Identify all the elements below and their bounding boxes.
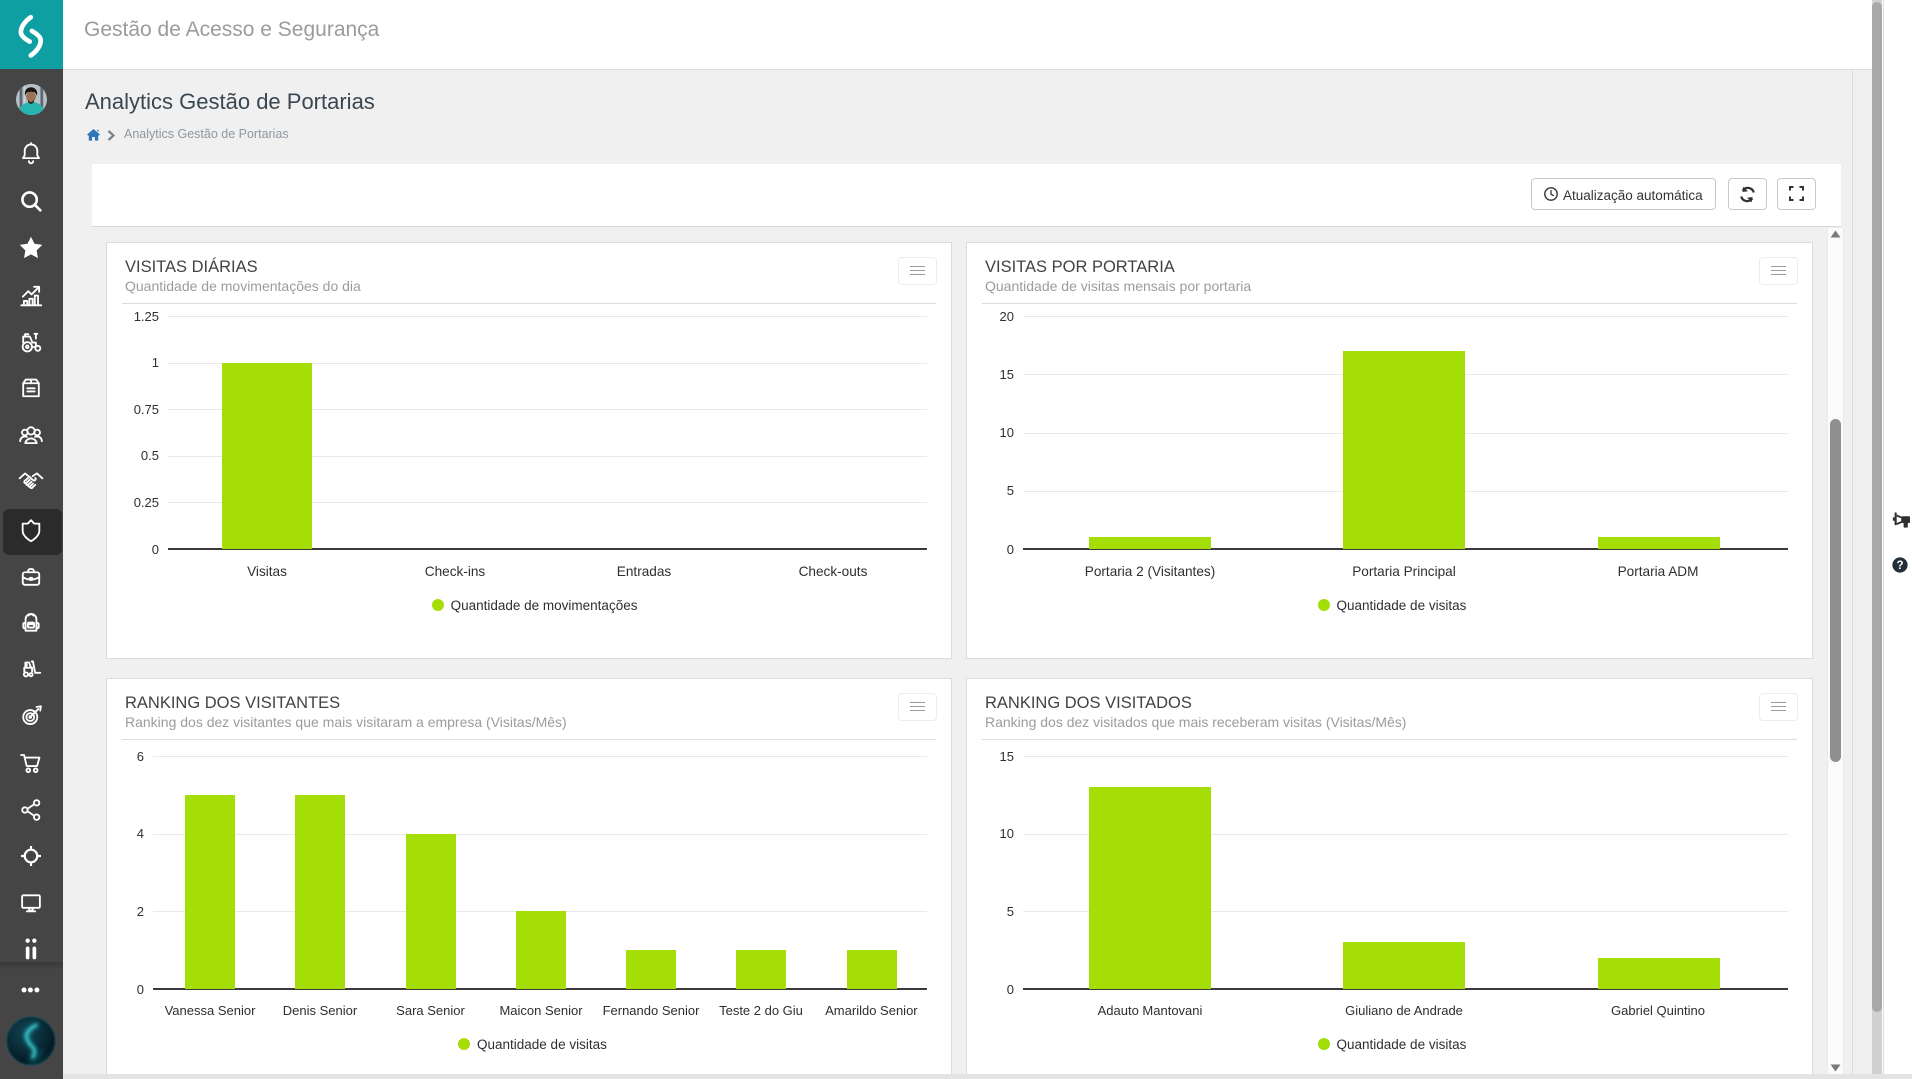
svg-text:?: ? [1896, 560, 1903, 572]
